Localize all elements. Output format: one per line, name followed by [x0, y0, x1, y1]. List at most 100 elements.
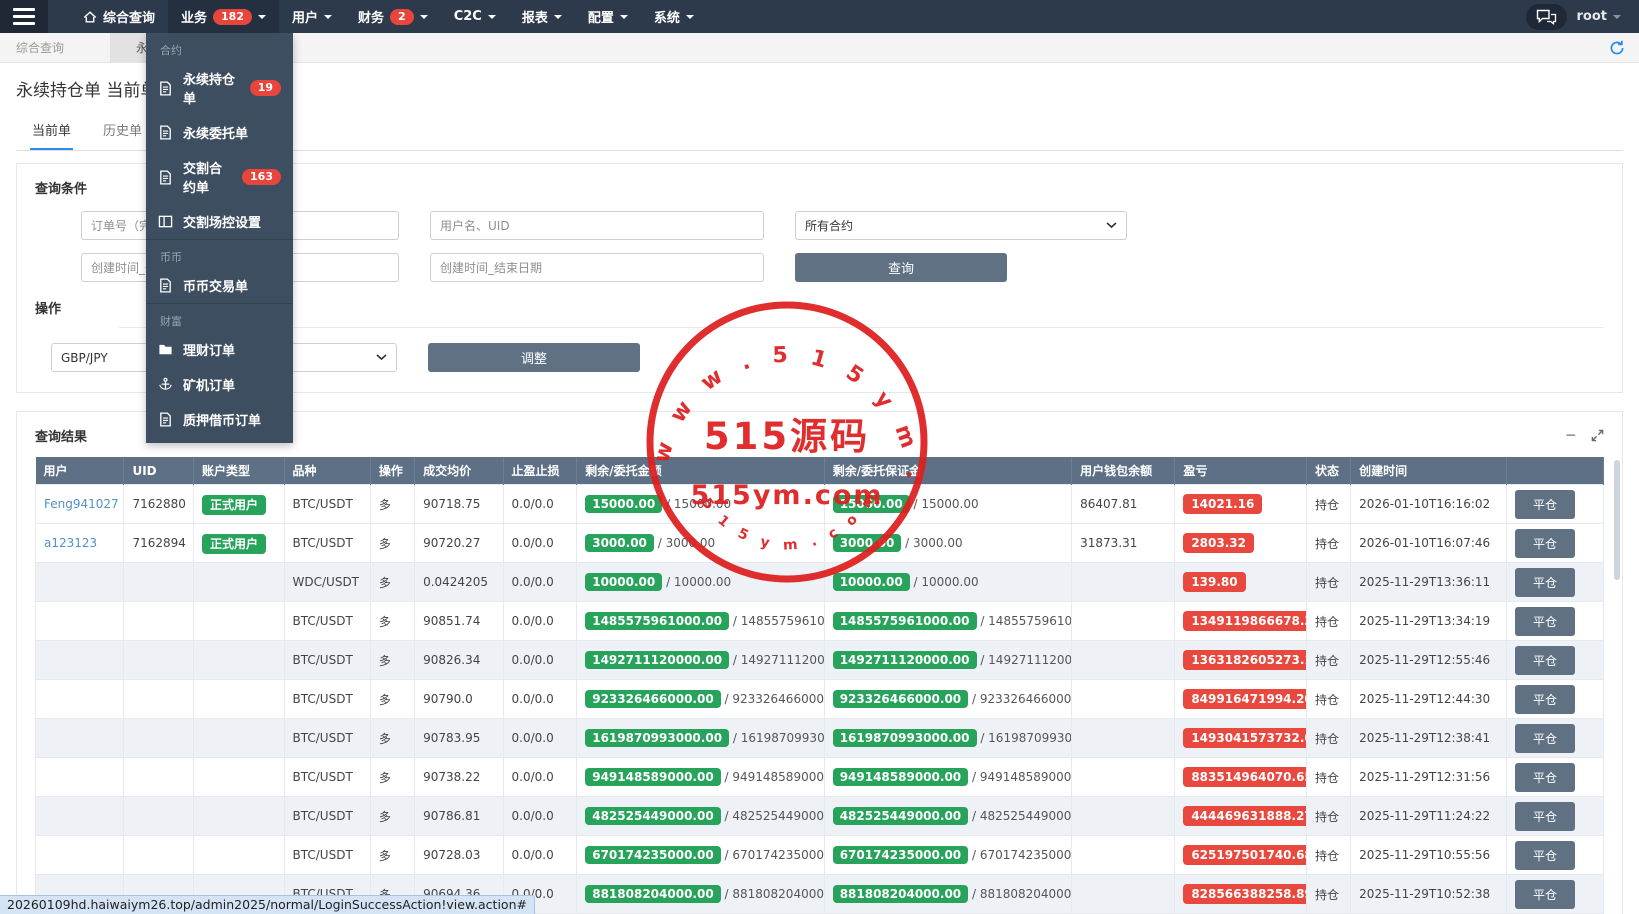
cell-action: 平仓: [1506, 874, 1604, 914]
amount-badge: 881808204000.00: [585, 885, 721, 903]
cell-price: 90826.34: [414, 640, 504, 680]
divider: [119, 327, 1604, 328]
cell-margin: 949148589000.00 / 949148589000.00: [823, 757, 1073, 797]
cell-wallet: [1071, 718, 1176, 758]
cell-account-type: 正式用户: [192, 484, 285, 524]
menu-item-label: 交割场控设置: [183, 216, 262, 231]
hamburger-menu-icon[interactable]: [0, 0, 48, 33]
adjust-button[interactable]: 调整: [428, 343, 640, 372]
menu-item-label: 永续委托单: [183, 127, 249, 142]
tab-current-orders[interactable]: 当前单: [30, 113, 74, 150]
nav-item-1[interactable]: 业务 182: [168, 0, 279, 33]
menu-item-0-3[interactable]: 交割场控设置: [146, 204, 293, 239]
menu-item-2-0[interactable]: 理财订单: [146, 332, 293, 367]
nav-item-3[interactable]: 财务 2: [345, 0, 441, 33]
close-position-button[interactable]: 平仓: [1515, 723, 1576, 753]
nav-item-6[interactable]: 配置: [575, 0, 641, 33]
cell-amount: 1492711120000.00 / 1492711120000.00: [576, 640, 825, 680]
pnl-badge: 625197501740.68: [1183, 845, 1306, 865]
scrollbar[interactable]: [1614, 460, 1620, 580]
menu-section-title: 币币: [160, 251, 182, 264]
cell-user: [34, 562, 125, 602]
cell-wallet: [1071, 874, 1176, 914]
tab-history-orders[interactable]: 历史单: [101, 113, 144, 150]
cell-created-time: 2025-11-29T13:36:11: [1350, 562, 1508, 602]
column-header: 剩余/委托保证金: [824, 457, 1073, 485]
menu-item-2-2[interactable]: 质押借币订单: [146, 402, 293, 437]
nav-item-4[interactable]: C2C: [441, 0, 509, 33]
pnl-badge: 1349119866678.31: [1183, 611, 1306, 631]
cell-pnl: 1363182605273.12: [1174, 640, 1307, 680]
anchor-icon: [159, 377, 172, 390]
cell-status: 持仓: [1305, 757, 1352, 797]
nav-item-5[interactable]: 报表: [509, 0, 575, 33]
cell-created-time: 2026-01-10T16:07:46: [1350, 523, 1508, 563]
user-link[interactable]: Feng941027: [44, 497, 119, 511]
close-position-button[interactable]: 平仓: [1515, 879, 1576, 909]
menu-badge: 163: [242, 169, 281, 185]
cell-status: 持仓: [1305, 718, 1352, 758]
user-link[interactable]: a123123: [44, 536, 97, 550]
cell-user: [34, 601, 125, 641]
table-row: BTC/USDT 多 90783.95 0.0/0.0 1619870993000.00…: [34, 718, 1604, 758]
close-position-button[interactable]: 平仓: [1515, 762, 1576, 792]
chevron-down-icon: [1613, 14, 1621, 23]
cell-uid: 7162894: [123, 523, 194, 563]
pnl-badge: 883514964070.65: [1183, 767, 1306, 787]
chat-icon[interactable]: [1525, 3, 1567, 30]
nav-item-0[interactable]: 综合查询: [70, 0, 168, 33]
cell-action: 平仓: [1506, 757, 1604, 797]
cell-pair: BTC/USDT: [283, 679, 371, 719]
username-uid-input[interactable]: [430, 211, 764, 240]
cell-tpsl: 0.0/0.0: [502, 484, 578, 524]
search-button[interactable]: 查询: [795, 253, 1007, 282]
cell-created-time: 2025-11-29T12:38:41: [1350, 718, 1508, 758]
amount-badge: 949148589000.00: [585, 768, 721, 786]
close-position-button[interactable]: 平仓: [1515, 645, 1576, 675]
close-position-button[interactable]: 平仓: [1515, 567, 1576, 597]
breadcrumb-item-overview[interactable]: 综合查询: [0, 33, 80, 62]
menu-item-0-2[interactable]: 交割合约单 163: [146, 150, 293, 204]
user-menu[interactable]: root: [1577, 9, 1621, 24]
pnl-badge: 14021.16: [1183, 494, 1263, 514]
cell-wallet: 86407.81: [1071, 484, 1176, 524]
menu-item-label: 永续持仓单: [183, 73, 236, 107]
margin-badge: 881808204000.00: [832, 885, 969, 903]
column-header: 状态: [1306, 457, 1352, 485]
chevron-down-icon: [1106, 222, 1117, 229]
expand-icon[interactable]: [1591, 429, 1604, 442]
created-end-date-input[interactable]: [430, 253, 764, 282]
pnl-badge: 828566388258.89: [1183, 884, 1306, 904]
close-position-button[interactable]: 平仓: [1515, 528, 1576, 558]
menu-item-1-0[interactable]: 币币交易单: [146, 268, 293, 303]
cell-status: 持仓: [1305, 835, 1352, 875]
chevron-down-icon: [553, 14, 562, 23]
amount-badge: 3000.00: [585, 534, 654, 552]
close-position-button[interactable]: 平仓: [1515, 489, 1576, 519]
menu-item-0-0[interactable]: 永续持仓单 19: [146, 61, 293, 115]
menu-item-2-1[interactable]: 矿机订单: [146, 367, 293, 402]
top-navbar: 综合查询 业务 182 用户 财务 2 C2C 报表 配置 系统 root: [0, 0, 1639, 33]
menu-item-0-1[interactable]: 永续委托单: [146, 115, 293, 150]
table-row: BTC/USDT 多 90790.0 0.0/0.0 923326466000.00 /…: [34, 679, 1604, 719]
collapse-icon[interactable]: ─: [1567, 429, 1575, 443]
close-position-button[interactable]: 平仓: [1515, 606, 1576, 636]
nav-item-2[interactable]: 用户: [279, 0, 345, 33]
business-dropdown-menu: 合约 永续持仓单 19 永续委托单 交割合约单 163 交割场控设置 币币 币币交易单 财富 理财订…: [146, 33, 293, 443]
cell-margin: 1485575961000.00 / 1485575961000.00: [823, 601, 1073, 641]
cell-tpsl: 0.0/0.0: [502, 757, 578, 797]
close-position-button[interactable]: 平仓: [1515, 684, 1576, 714]
cell-price: 90786.81: [414, 796, 504, 836]
refresh-icon[interactable]: [1609, 40, 1625, 60]
cell-amount: 923326466000.00 / 923326466000.00: [576, 679, 825, 719]
close-position-button[interactable]: 平仓: [1515, 840, 1576, 870]
nav-item-7[interactable]: 系统: [641, 0, 707, 33]
cell-user: Feng941027: [34, 484, 125, 524]
menu-item-label: 质押借币订单: [183, 414, 262, 429]
cell-price: 0.0424205: [414, 562, 504, 602]
cell-pnl: 625197501740.68: [1174, 835, 1307, 875]
cell-wallet: [1071, 640, 1176, 680]
column-header: UID: [123, 457, 194, 485]
close-position-button[interactable]: 平仓: [1515, 801, 1576, 831]
contract-select[interactable]: 所有合约: [795, 211, 1127, 240]
